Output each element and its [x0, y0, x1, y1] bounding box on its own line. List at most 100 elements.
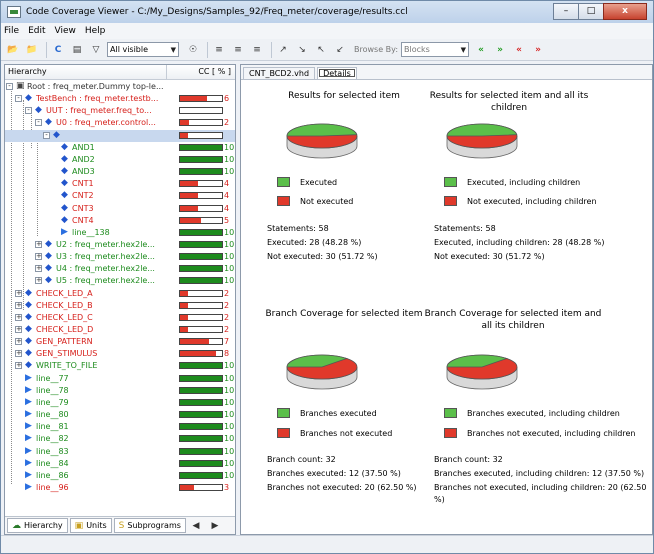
menu-help[interactable]: Help: [85, 26, 106, 36]
binoculars-icon[interactable]: ☉: [185, 42, 201, 58]
tree-row[interactable]: ◆ AND2 10: [5, 154, 235, 166]
tree-row[interactable]: + ◆ CHECK_LED_B 2: [5, 300, 235, 312]
close-button[interactable]: x: [603, 3, 647, 20]
tree-row[interactable]: + ◆ WRITE_TO_FILE 10: [5, 360, 235, 372]
coverage-percent: 10: [224, 361, 235, 371]
tree-row[interactable]: ▶ line__79 10: [5, 397, 235, 409]
tree-row-label: line__96: [36, 482, 69, 492]
tab-subprograms[interactable]: S Subprograms: [113, 518, 186, 533]
collapse-icon[interactable]: -: [35, 119, 42, 127]
open-recent-icon[interactable]: 📁: [24, 42, 40, 58]
tree-row-label: line__79: [36, 397, 69, 407]
tree-row[interactable]: + ◆ CHECK_LED_A 2: [5, 288, 235, 300]
align-center-icon[interactable]: ≡: [230, 42, 246, 58]
filter-select[interactable]: All visible ▼: [107, 42, 179, 57]
expand-icon[interactable]: +: [35, 265, 42, 273]
tree-row[interactable]: + ◆ U5 : freq_meter.hex2le... 10: [5, 275, 235, 287]
zoom-icon-1[interactable]: ↗: [275, 42, 291, 58]
tree-row[interactable]: ▶ line__84 10: [5, 458, 235, 470]
expand-icon[interactable]: +: [15, 326, 22, 333]
expand-icon[interactable]: +: [35, 253, 42, 261]
tree-row[interactable]: + ◆ U3 : freq_meter.hex2le... 10: [5, 251, 235, 263]
tree-row-label: U3 : freq_meter.hex2le...: [56, 252, 155, 262]
expand-icon[interactable]: +: [35, 277, 42, 285]
tree-row[interactable]: ▶ line__77 10: [5, 373, 235, 385]
first-item-icon[interactable]: «: [473, 42, 489, 58]
expand-icon[interactable]: +: [15, 313, 22, 321]
coverage-bar-fill: [180, 363, 222, 369]
statements-not-executed: Not executed: 30 (51.72 %): [267, 252, 378, 261]
menu-view[interactable]: View: [55, 26, 76, 36]
tree-row[interactable]: ▶ line__96 3: [5, 482, 235, 494]
tree-row[interactable]: ▶ line__80 10: [5, 409, 235, 421]
tree-row[interactable]: - ◆ UUT : freq_meter.freq_to...: [5, 105, 235, 117]
properties-icon[interactable]: ▤: [69, 42, 85, 58]
tab-units[interactable]: ▣ Units: [69, 518, 112, 533]
align-right-icon[interactable]: ≡: [249, 42, 265, 58]
tree-row[interactable]: ▶ line__86 10: [5, 470, 235, 482]
collapse-icon[interactable]: -: [15, 95, 22, 103]
expand-icon[interactable]: +: [15, 338, 22, 346]
tree-row[interactable]: ◆ CNT4 5: [5, 215, 235, 227]
collapse-icon[interactable]: -: [43, 131, 50, 139]
filter-icon[interactable]: ▽: [88, 42, 104, 58]
tree-row[interactable]: + ◆ CHECK_LED_C 2: [5, 312, 235, 324]
coverage-percent: 10: [224, 373, 235, 383]
zoom-icon-3[interactable]: ↖: [313, 42, 329, 58]
tabs-scroll-right-icon[interactable]: ▶: [207, 518, 223, 534]
tree-row[interactable]: - ◆ TestBench : freq_meter.testb... 6: [5, 93, 235, 105]
coverage-bar: [179, 143, 223, 151]
tree-row[interactable]: + ◆ U4 : freq_meter.hex2le... 10: [5, 263, 235, 275]
tabs-scroll-left-icon[interactable]: ◀: [188, 518, 204, 534]
tree-row[interactable]: ◆ CNT1 4: [5, 178, 235, 190]
tree-row[interactable]: ▶ line__83 10: [5, 446, 235, 458]
statements-selected-title: Results for selected item: [288, 91, 400, 101]
tab-file[interactable]: CNT_BCD2.vhd: [243, 67, 316, 79]
zoom-icon-4[interactable]: ↙: [332, 42, 348, 58]
tree-row-label: line__81: [36, 422, 69, 432]
menu-file[interactable]: File: [4, 26, 19, 36]
tab-hierarchy[interactable]: ☁ Hierarchy: [7, 518, 68, 533]
maximize-button[interactable]: □: [578, 3, 604, 20]
expand-icon[interactable]: +: [15, 301, 22, 309]
tree-row-label: CNT4: [72, 215, 94, 225]
window-title: Code Coverage Viewer - C:/My_Designs/Sam…: [26, 7, 408, 17]
tree-row[interactable]: ◆ CNT2 4: [5, 190, 235, 202]
tab-details[interactable]: Details: [317, 67, 357, 79]
tree-row[interactable]: + ◆ CHECK_LED_D 2: [5, 324, 235, 336]
tree-row[interactable]: ▶ line__82 10: [5, 433, 235, 445]
menu-edit[interactable]: Edit: [28, 26, 45, 36]
column-header-hierarchy[interactable]: Hierarchy: [5, 65, 167, 79]
expand-icon[interactable]: +: [35, 240, 42, 248]
browse-by-select[interactable]: Blocks ▼: [401, 42, 470, 57]
tree-row[interactable]: - ◆ U0 : freq_meter.control... 2: [5, 117, 235, 129]
tree-row[interactable]: + ◆ GEN_PATTERN 7: [5, 336, 235, 348]
expand-icon[interactable]: +: [15, 362, 22, 370]
tree-row[interactable]: ▶ line__81 10: [5, 421, 235, 433]
tree-row[interactable]: ◆ AND1 10: [5, 142, 235, 154]
previous-uncovered-icon[interactable]: «: [511, 42, 527, 58]
column-header-cc[interactable]: CC [ % ]: [167, 65, 235, 79]
open-folder-icon[interactable]: 📂: [5, 42, 21, 58]
expand-icon[interactable]: +: [15, 350, 22, 358]
tree-row[interactable]: ▶ line__138 10: [5, 227, 235, 239]
tree-row[interactable]: ◆ CNT3 4: [5, 203, 235, 215]
coverage-bar: [179, 107, 223, 115]
next-uncovered-icon[interactable]: »: [530, 42, 546, 58]
expand-icon[interactable]: +: [15, 289, 22, 297]
collapse-icon[interactable]: -: [25, 107, 32, 115]
tree-row[interactable]: - ▣ Root : freq_meter.Dummy top-le...: [5, 81, 235, 93]
collapse-icon[interactable]: -: [6, 83, 13, 90]
zoom-icon-2[interactable]: ↘: [294, 42, 310, 58]
coverage-percent: 10: [224, 154, 235, 164]
tree-row[interactable]: ◆ AND3 10: [5, 166, 235, 178]
tree-row[interactable]: - ◆: [5, 129, 235, 142]
refresh-icon[interactable]: C: [50, 42, 66, 58]
next-item-icon[interactable]: »: [492, 42, 508, 58]
coverage-percent: 10: [224, 470, 235, 480]
align-left-icon[interactable]: ≡: [211, 42, 227, 58]
minimize-button[interactable]: –: [553, 3, 579, 20]
tree-row[interactable]: + ◆ GEN_STIMULUS 8: [5, 348, 235, 360]
tree-row[interactable]: + ◆ U2 : freq_meter.hex2le... 10: [5, 239, 235, 251]
tree-row[interactable]: ▶ line__78 10: [5, 385, 235, 397]
